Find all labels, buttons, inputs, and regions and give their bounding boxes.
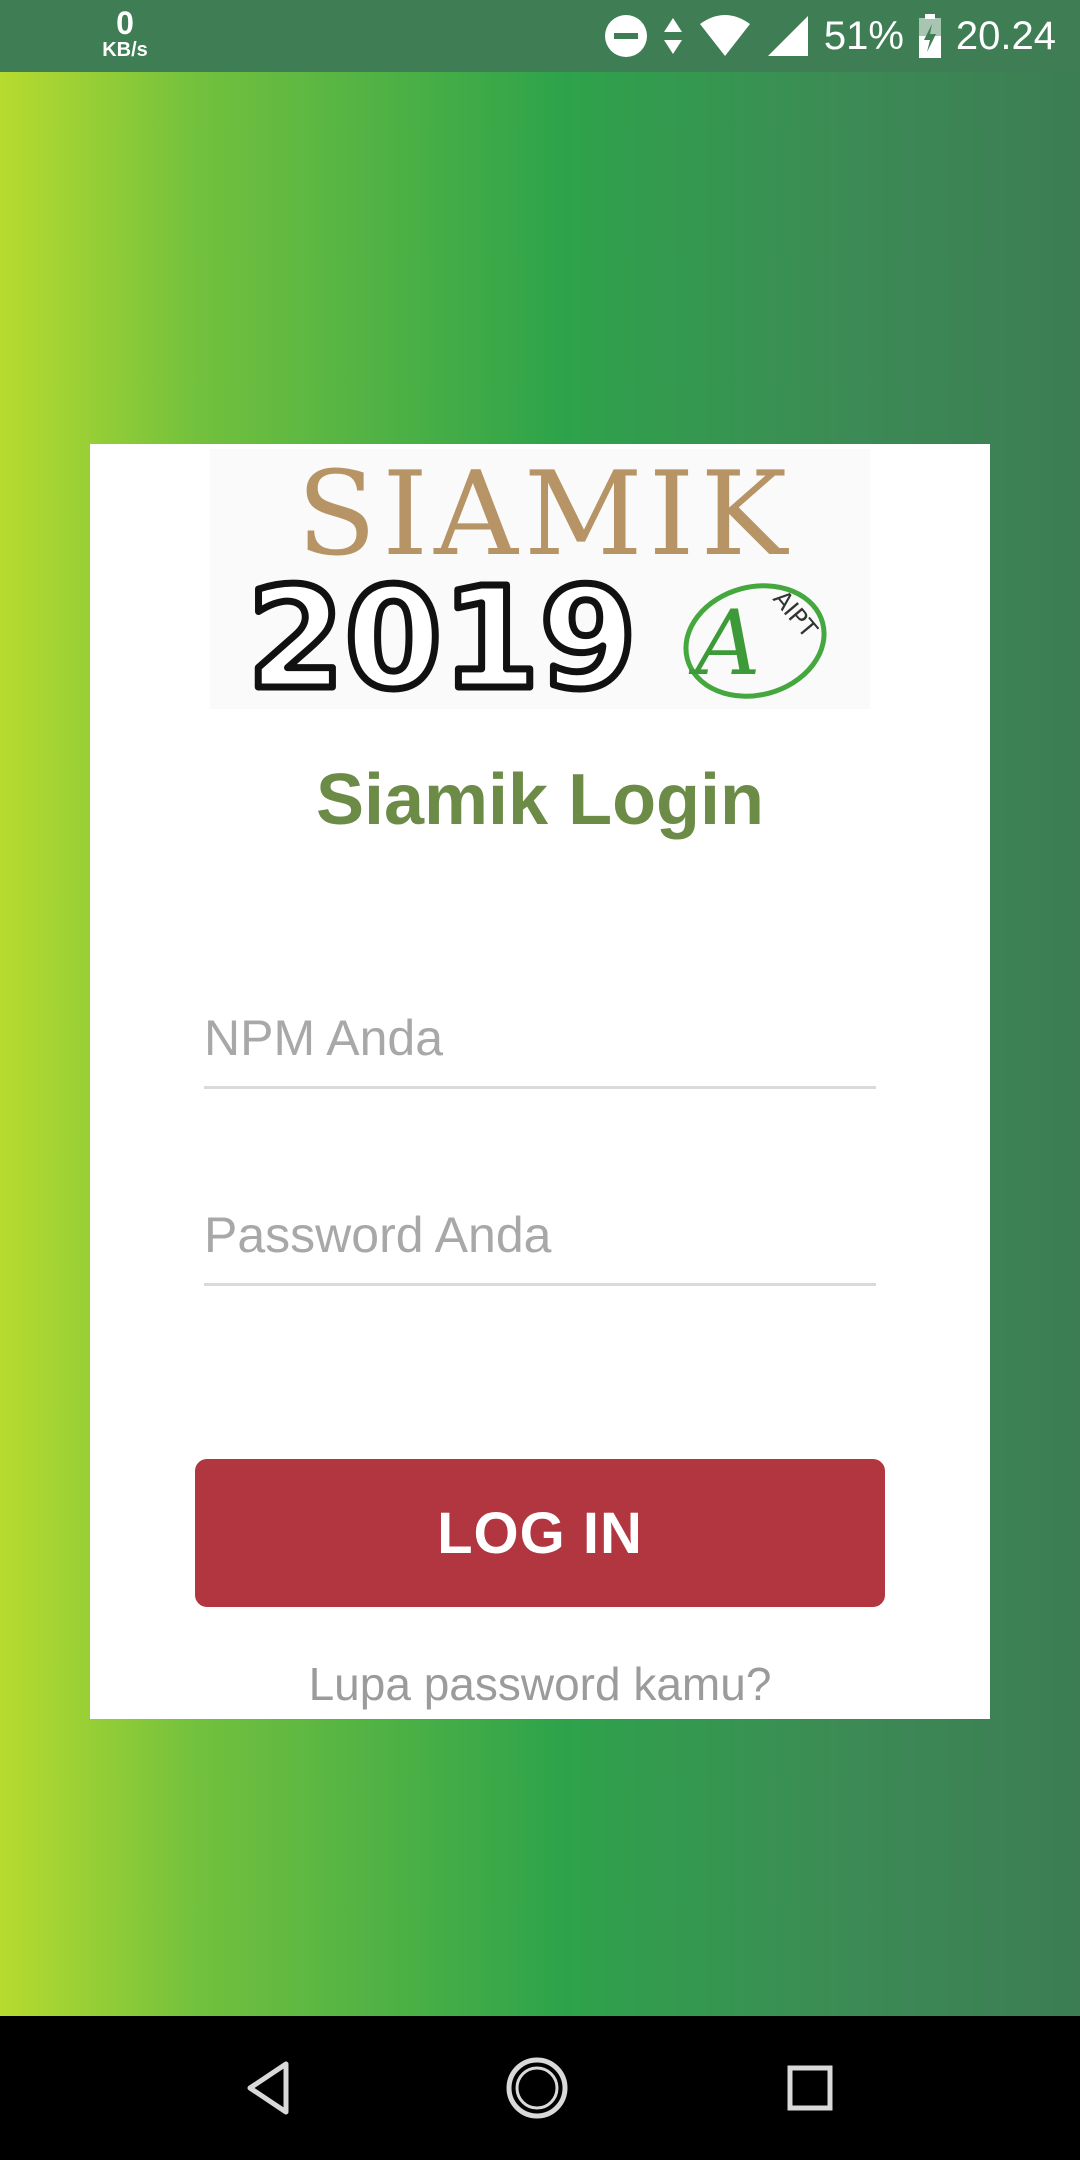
npm-field <box>204 994 876 1089</box>
back-icon[interactable] <box>238 2056 302 2120</box>
status-icons: 51% 20.24 <box>590 0 1056 72</box>
dnd-icon <box>604 15 647 57</box>
battery-percent: 51% <box>823 14 904 58</box>
npm-input[interactable] <box>204 994 876 1082</box>
navigation-bar <box>0 2016 1080 2160</box>
status-bar: 0 KB/s 51% 20.24 <box>0 0 1080 72</box>
gradient-background: SIAMIK 2019 A AIPT Siamik Login LOG IN L… <box>0 72 1080 2016</box>
password-input[interactable] <box>204 1191 876 1279</box>
page-title: Siamik Login <box>315 760 765 840</box>
recents-icon[interactable] <box>778 2056 842 2120</box>
data-arrows-icon <box>663 18 682 54</box>
home-icon[interactable] <box>505 2056 569 2120</box>
siamik-logo: SIAMIK 2019 A AIPT <box>210 449 870 709</box>
password-field <box>204 1191 876 1286</box>
network-speed: 0 KB/s <box>100 6 150 60</box>
login-button[interactable]: LOG IN <box>195 1459 885 1607</box>
network-speed-value: 0 <box>116 5 134 41</box>
login-card: SIAMIK 2019 A AIPT Siamik Login LOG IN L… <box>90 444 990 1719</box>
login-screen: 0 KB/s 51% 20.24 SIAMIK 2019 A AIPT Siam… <box>0 0 1080 2160</box>
clock: 20.24 <box>955 14 1056 58</box>
wifi-icon <box>699 15 750 56</box>
signal-icon <box>767 16 808 56</box>
logo-year-text: 2019 <box>247 558 637 709</box>
logo-badge-letter: A <box>689 591 761 696</box>
battery-icon <box>918 14 941 58</box>
network-speed-unit: KB/s <box>102 39 148 61</box>
forgot-password-link[interactable]: Lupa password kamu? <box>90 1657 990 1711</box>
